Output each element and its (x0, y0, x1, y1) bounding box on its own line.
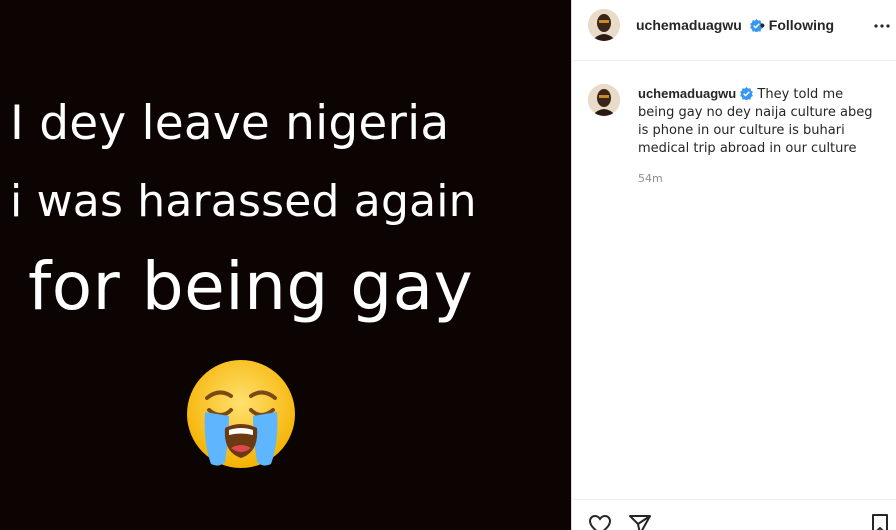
post-header: uchemaduagwu • Following (572, 0, 896, 61)
action-bar (572, 499, 896, 530)
image-text-line-3: for being gay (28, 248, 474, 325)
header-username[interactable]: uchemaduagwu (636, 17, 763, 33)
bookmark-icon[interactable] (868, 513, 892, 530)
image-text-line-2: i was harassed again (10, 176, 477, 227)
caption-avatar[interactable] (588, 84, 620, 116)
crying-face-emoji-icon (187, 360, 295, 468)
post-image[interactable]: I dey leave nigeria i was harassed again… (0, 0, 571, 530)
verified-badge-icon (740, 87, 754, 100)
more-options-icon[interactable] (874, 18, 890, 34)
post-timestamp[interactable]: 54m (638, 172, 663, 185)
caption-text: uchemaduagwu They told me being gay no d… (638, 85, 882, 158)
heart-icon[interactable] (588, 513, 612, 530)
caption-username[interactable]: uchemaduagwu (638, 86, 736, 101)
following-button[interactable]: • Following (760, 17, 834, 33)
post-sidebar: uchemaduagwu • Following uchemaduagwu Th… (572, 0, 896, 530)
avatar[interactable] (588, 9, 620, 41)
image-text-line-1: I dey leave nigeria (10, 96, 450, 151)
share-icon[interactable] (628, 513, 652, 530)
